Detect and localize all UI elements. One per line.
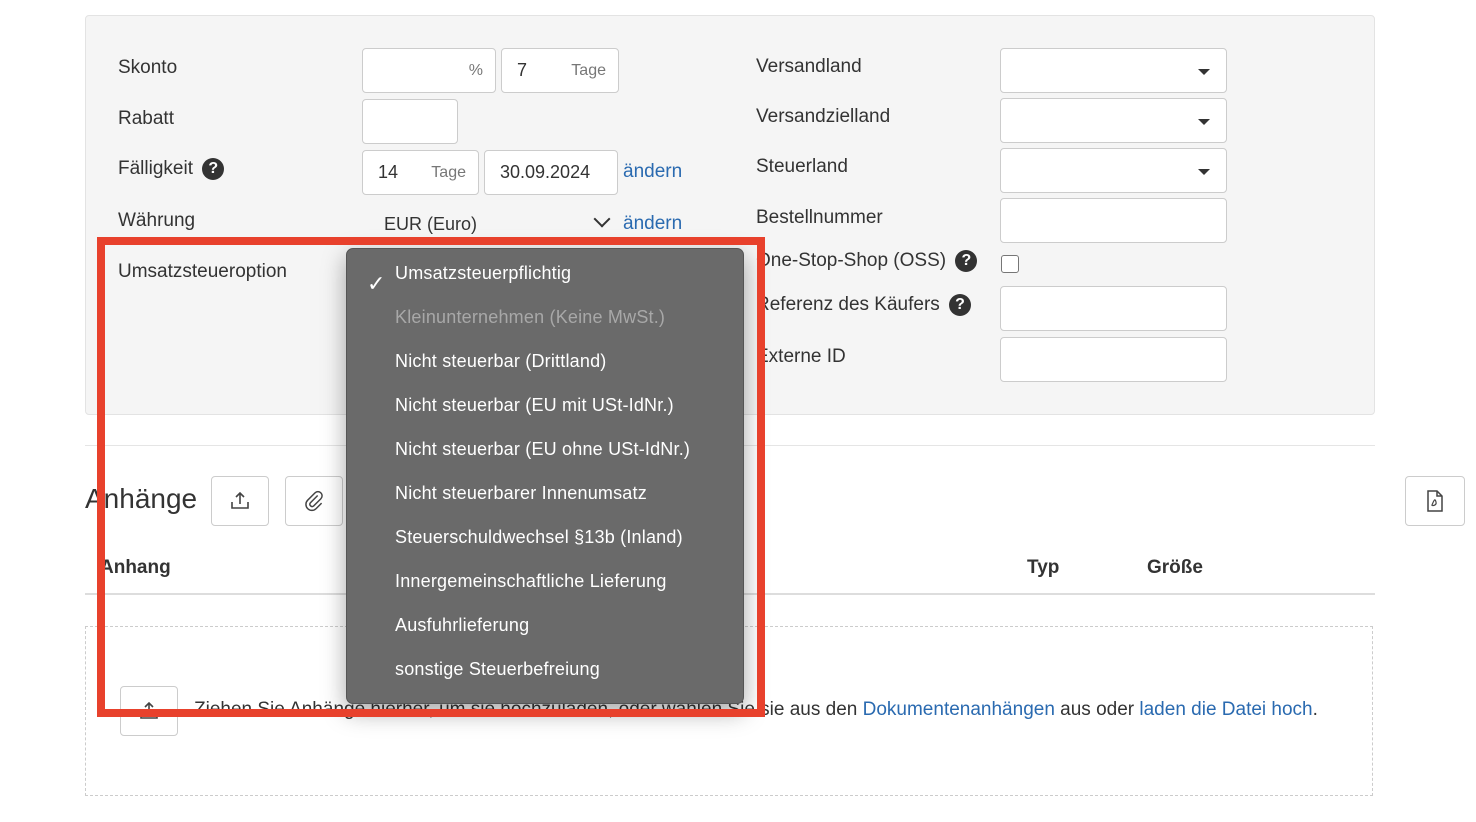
oss-label: One-Stop-Shop (OSS) ? [756, 250, 978, 272]
externe-id-label: Externe ID [756, 346, 846, 367]
waehrung-select[interactable]: EUR (Euro) [362, 200, 618, 245]
faelligkeit-days-value: 14 [378, 162, 399, 182]
caret-down-icon [1198, 119, 1210, 125]
faelligkeit-change-link[interactable]: ändern [623, 161, 682, 183]
steuerland-select[interactable] [1000, 148, 1227, 193]
dropzone-text-middle: aus oder [1054, 699, 1140, 720]
dropdown-option[interactable]: Innergemeinschaftliche Lieferung [395, 571, 667, 592]
chevron-down-icon [593, 210, 611, 228]
oss-label-text: One-Stop-Shop (OSS) [756, 250, 947, 271]
paperclip-icon [305, 490, 323, 512]
skonto-days-input[interactable]: 7 Tage [501, 48, 619, 93]
percent-unit: % [468, 62, 483, 79]
rabatt-input[interactable] [362, 99, 458, 144]
faelligkeit-days-unit: Tage [431, 164, 466, 181]
dropdown-option[interactable]: Nicht steuerbar (Drittland) [395, 351, 606, 372]
help-icon[interactable]: ? [202, 158, 225, 180]
waehrung-label: Währung [118, 210, 196, 231]
help-icon[interactable]: ? [955, 250, 978, 272]
versandzielland-label: Versandzielland [756, 106, 891, 127]
column-header-typ[interactable]: Typ [1027, 557, 1059, 579]
ust-option-dropdown-menu[interactable]: ✓ Umsatzsteuerpflichtig Kleinunternehmen… [346, 248, 744, 704]
faelligkeit-days-input[interactable]: 14 Tage [362, 150, 479, 195]
oss-checkbox[interactable] [1001, 255, 1019, 273]
caret-down-icon [1198, 169, 1210, 175]
rabatt-label: Rabatt [118, 108, 174, 129]
dropdown-option[interactable]: sonstige Steuerbefreiung [395, 659, 600, 680]
pdf-document-button[interactable] [1405, 476, 1465, 526]
attach-button[interactable] [285, 476, 343, 526]
waehrung-change-link[interactable]: ändern [623, 213, 682, 235]
document-icon [1427, 490, 1443, 512]
faelligkeit-label: Fälligkeit ? [118, 158, 225, 180]
versandzielland-select[interactable] [1000, 98, 1227, 143]
versandland-label: Versandland [756, 56, 862, 77]
steuerland-label: Steuerland [756, 156, 848, 177]
waehrung-value: EUR (Euro) [384, 214, 478, 234]
ust-option-label: Umsatzsteueroption [118, 261, 287, 282]
help-icon[interactable]: ? [949, 294, 972, 316]
referenz-label: Referenz des Käufers ? [756, 294, 972, 316]
skonto-days-value: 7 [517, 60, 528, 80]
dropdown-option-disabled: Kleinunternehmen (Keine MwSt.) [395, 307, 666, 327]
document-attachments-link[interactable]: Dokumentenanhängen [863, 699, 1055, 720]
dropzone-text-suffix: . [1312, 699, 1318, 720]
upload-button[interactable] [211, 476, 269, 526]
dropdown-option[interactable]: Steuerschuldwechsel §13b (Inland) [395, 527, 683, 548]
checkmark-icon: ✓ [367, 271, 386, 296]
attachments-heading: Anhänge [85, 483, 198, 514]
dropzone-upload-button[interactable] [120, 686, 178, 736]
column-header-anhang[interactable]: Anhang [100, 557, 171, 579]
upload-file-link[interactable]: laden die Datei hoch [1139, 699, 1312, 720]
skonto-percent-input[interactable]: % [362, 48, 496, 93]
externe-id-input[interactable] [1000, 337, 1227, 382]
bestellnummer-input[interactable] [1000, 198, 1227, 243]
faelligkeit-label-text: Fälligkeit [118, 158, 193, 179]
faelligkeit-date-value: 30.09.2024 [500, 162, 591, 182]
dropdown-option[interactable]: Nicht steuerbar (EU mit USt-IdNr.) [395, 395, 674, 416]
bestellnummer-label: Bestellnummer [756, 207, 883, 228]
upload-icon [140, 701, 158, 719]
faelligkeit-date-input[interactable]: 30.09.2024 [484, 150, 618, 195]
dropdown-option[interactable]: Nicht steuerbar (EU ohne USt-IdNr.) [395, 439, 690, 460]
skonto-days-unit: Tage [571, 62, 606, 79]
column-header-groesse[interactable]: Größe [1147, 557, 1203, 579]
skonto-label: Skonto [118, 57, 178, 78]
caret-down-icon [1198, 69, 1210, 75]
dropdown-option[interactable]: Ausfuhrlieferung [395, 615, 529, 636]
dropdown-option[interactable]: Nicht steuerbarer Innenumsatz [395, 483, 647, 504]
referenz-label-text: Referenz des Käufers [756, 294, 940, 315]
referenz-input[interactable] [1000, 286, 1227, 331]
upload-icon [231, 491, 249, 509]
dropdown-option[interactable]: Umsatzsteuerpflichtig [395, 263, 571, 284]
versandland-select[interactable] [1000, 48, 1227, 93]
